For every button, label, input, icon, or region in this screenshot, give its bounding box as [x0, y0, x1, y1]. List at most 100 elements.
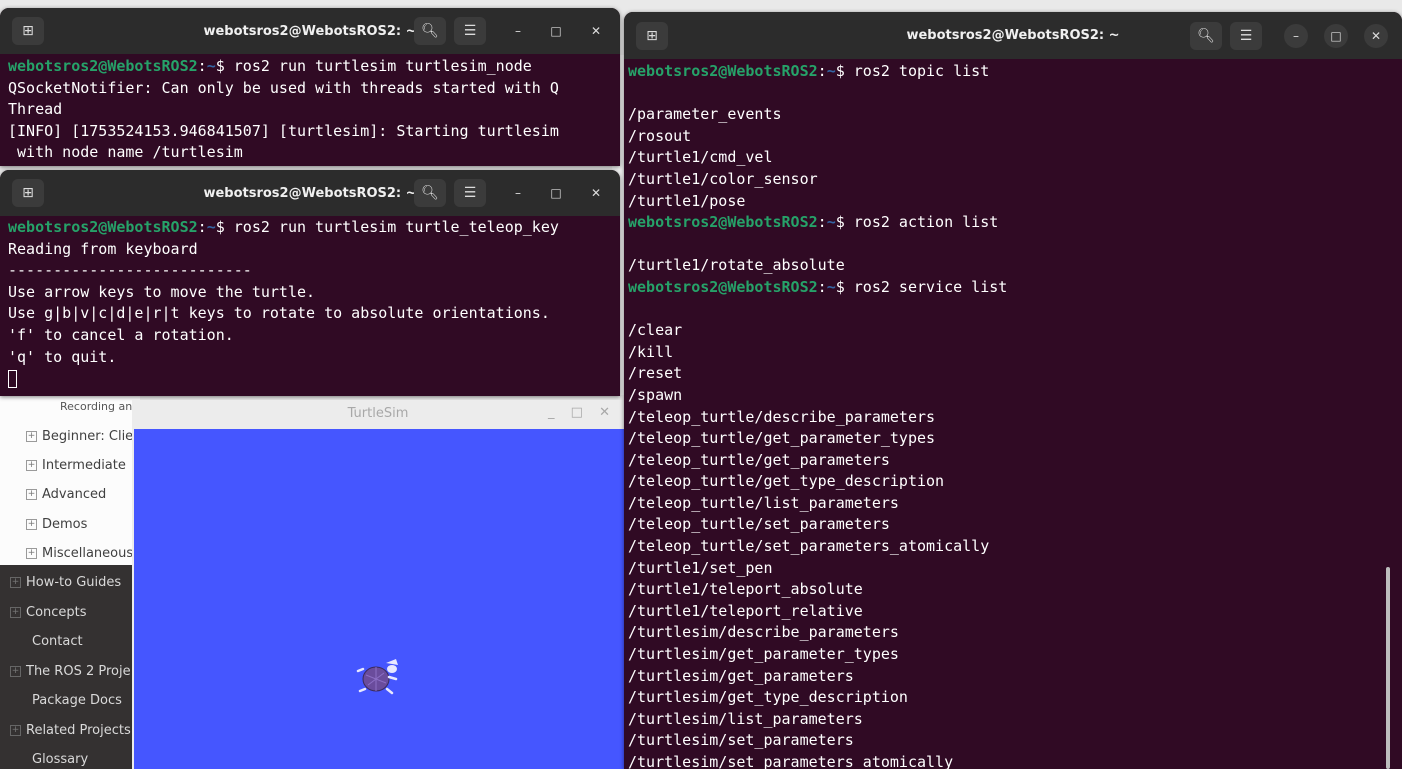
terminal-titlebar[interactable]: ⊞ webotsros2@WebotsROS2: ~ 🔍︎ ☰ – □ ✕ — [0, 8, 620, 54]
prompt-dollar: $ — [835, 213, 854, 232]
output-line: /turtle1/teleport_relative — [628, 601, 863, 620]
turtlesim-window-controls[interactable]: _ □ ✕ — [548, 405, 616, 420]
maximize-icon[interactable]: □ — [544, 181, 568, 205]
output-line: /turtle1/cmd_vel — [628, 148, 773, 167]
output-line: /spawn — [628, 385, 683, 404]
terminal-cursor — [8, 369, 17, 388]
docs-nav-item[interactable]: + Concepts — [10, 605, 87, 620]
docs-nav-label: Beginner: Clie — [42, 429, 134, 444]
output-line: /reset — [628, 364, 683, 383]
expand-icon[interactable]: + — [26, 548, 37, 559]
docs-nav-label: Miscellaneous — [42, 546, 134, 561]
terminal-output[interactable]: webotsros2@WebotsROS2:~$ ros2 topic list… — [628, 61, 1392, 769]
turtlesim-window[interactable]: TurtleSim _ □ ✕ — [132, 400, 624, 769]
output-line: Reading from keyboard — [8, 239, 198, 258]
prompt-line: webotsros2@WebotsROS2:~$ ros2 topic list — [628, 61, 1392, 83]
output-line: QSocketNotifier: Can only be used with t… — [8, 78, 559, 97]
search-icon[interactable]: 🔍︎ — [1190, 21, 1222, 50]
output-line: /turtle1/color_sensor — [628, 169, 818, 188]
expand-icon[interactable]: + — [10, 577, 21, 588]
docs-nav-item[interactable]: + Related Projects — [10, 723, 131, 738]
docs-nav-item[interactable]: Glossary — [32, 752, 88, 767]
prompt-dollar: $ — [835, 277, 854, 296]
output-line: /turtle1/set_pen — [628, 558, 773, 577]
docs-nav-item[interactable]: + How-to Guides — [10, 575, 121, 590]
output-line: /teleop_turtle/get_type_description — [628, 472, 945, 491]
expand-icon[interactable]: + — [10, 665, 21, 677]
output-line: --------------------------- — [8, 261, 252, 280]
prompt-user: webotsros2@WebotsROS2 — [628, 213, 818, 232]
output-line: /teleop_turtle/describe_parameters — [628, 407, 936, 426]
expand-icon[interactable]: + — [26, 519, 37, 530]
prompt-dollar: $ — [835, 62, 854, 80]
maximize-icon[interactable]: □ — [1324, 23, 1348, 48]
expand-icon[interactable]: + — [10, 724, 21, 736]
terminal-output[interactable]: webotsros2@WebotsROS2:~$ ros2 run turtle… — [8, 56, 610, 164]
expand-icon[interactable]: + — [26, 431, 37, 442]
hamburger-menu-icon[interactable]: ☰ — [454, 17, 486, 45]
docs-nav-item[interactable]: Contact — [32, 634, 83, 649]
maximize-icon[interactable]: □ — [544, 19, 568, 43]
expand-icon[interactable]: + — [26, 460, 37, 471]
prompt-separator: : — [817, 277, 827, 296]
expand-icon[interactable]: + — [26, 489, 37, 500]
output-line: /turtlesim/get_type_description — [628, 688, 908, 707]
terminal-output[interactable]: webotsros2@WebotsROS2:~$ ros2 run turtle… — [8, 217, 610, 390]
terminal-scrollbar[interactable] — [1386, 567, 1390, 769]
docs-nav-item[interactable]: Package Docs — [32, 693, 122, 708]
expand-icon[interactable]: + — [10, 606, 21, 618]
docs-nav-item[interactable]: + The ROS 2 Proje — [10, 664, 131, 679]
terminal-teleop-key[interactable]: ⊞ webotsros2@WebotsROS2: ~ 🔍︎ ☰ – □ ✕ we… — [0, 170, 620, 396]
prompt-path: ~ — [826, 277, 836, 296]
prompt-user: webotsros2@WebotsROS2 — [8, 218, 198, 236]
docs-nav-label: Concepts — [26, 604, 87, 620]
search-icon[interactable]: 🔍︎ — [414, 17, 446, 45]
prompt-user: webotsros2@WebotsROS2 — [628, 277, 818, 296]
close-icon[interactable]: ✕ — [1364, 23, 1388, 48]
prompt-command: ros2 service list — [853, 277, 1008, 296]
prompt-line: webotsros2@WebotsROS2:~$ ros2 run turtle… — [8, 217, 610, 239]
docs-nav-item[interactable]: + Intermediate — [26, 458, 126, 473]
output-line: 'f' to cancel a rotation. — [8, 325, 234, 344]
docs-nav-label: How-to Guides — [26, 575, 122, 590]
minimize-icon[interactable]: – — [506, 181, 530, 205]
close-icon[interactable]: ✕ — [584, 181, 608, 205]
prompt-user: webotsros2@WebotsROS2 — [628, 62, 818, 80]
docs-nav-label: The ROS 2 Proje — [26, 663, 131, 679]
prompt-path: ~ — [206, 218, 216, 236]
turtlesim-canvas — [134, 429, 624, 769]
output-line: /turtlesim/get_parameter_types — [628, 645, 899, 664]
output-line: /teleop_turtle/list_parameters — [628, 493, 899, 512]
docs-nav-label: Advanced — [42, 487, 107, 502]
prompt-dollar: $ — [215, 57, 234, 75]
terminal-titlebar[interactable]: ⊞ webotsros2@WebotsROS2: ~ 🔍︎ ☰ – □ ✕ — [0, 170, 620, 216]
hamburger-menu-icon[interactable]: ☰ — [454, 179, 486, 207]
terminal-turtlesim-node[interactable]: ⊞ webotsros2@WebotsROS2: ~ 🔍︎ ☰ – □ ✕ we… — [0, 8, 620, 166]
minimize-icon[interactable]: – — [506, 19, 530, 43]
terminal-ros2-lists[interactable]: ⊞ webotsros2@WebotsROS2: ~ 🔍︎ ☰ – □ ✕ we… — [624, 12, 1402, 769]
output-line: Use g|b|v|c|d|e|r|t keys to rotate to ab… — [8, 304, 550, 323]
prompt-separator: : — [817, 213, 827, 232]
prompt-separator: : — [197, 218, 207, 236]
docs-nav-item[interactable]: + Advanced — [26, 487, 106, 502]
prompt-command: ros2 run turtlesim turtle_teleop_key — [233, 218, 559, 236]
terminal-titlebar[interactable]: ⊞ webotsros2@WebotsROS2: ~ 🔍︎ ☰ – □ ✕ — [624, 12, 1402, 59]
output-line: /rosout — [628, 126, 692, 145]
output-line: /teleop_turtle/set_parameters — [628, 515, 890, 534]
prompt-path: ~ — [826, 62, 836, 80]
close-icon[interactable]: ✕ — [584, 19, 608, 43]
prompt-command: ros2 topic list — [853, 62, 990, 80]
prompt-separator: : — [817, 62, 827, 80]
prompt-separator: : — [197, 57, 207, 75]
docs-sidebar-dark-section: + How-to Guides + Concepts Contact + The ROS 2… — [0, 565, 140, 769]
docs-nav-item[interactable]: + Beginner: Clie — [26, 429, 133, 444]
search-icon[interactable]: 🔍︎ — [414, 179, 446, 207]
hamburger-menu-icon[interactable]: ☰ — [1230, 21, 1262, 50]
docs-nav-item[interactable]: + Miscellaneous — [26, 546, 133, 561]
docs-nav-item[interactable]: + Demos — [26, 517, 87, 532]
minimize-icon[interactable]: – — [1284, 23, 1308, 48]
docs-recording-item[interactable]: Recording an — [60, 400, 132, 413]
prompt-path: ~ — [206, 57, 216, 75]
